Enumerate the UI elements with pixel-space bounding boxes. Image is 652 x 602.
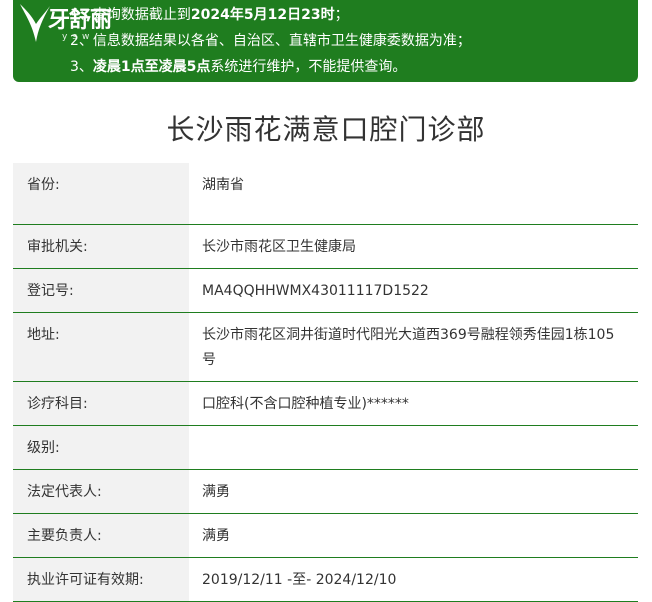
logo-text: 牙舒丽	[48, 7, 112, 33]
notice-line-2: 2、信息数据结果以各省、自治区、直辖市卫生健康委数据为准；	[70, 33, 471, 49]
table-row: 级别:	[13, 425, 638, 470]
table-row: 审批机关: 长沙市雨花区卫生健康局	[13, 224, 638, 269]
row-label: 登记号:	[13, 268, 189, 313]
table-row: 登记号: MA4QQHHWMX43011117D1522	[13, 268, 638, 313]
row-label: 法定代表人:	[13, 469, 189, 514]
clinic-info-table: 省份: 湖南省 审批机关: 长沙市雨花区卫生健康局 登记号: MA4QQHHWM…	[13, 163, 638, 602]
table-row: 主要负责人: 满勇	[13, 513, 638, 558]
row-value: 满勇	[189, 469, 638, 514]
table-row: 诊疗科目: 口腔科(不含口腔种植专业)******	[13, 381, 638, 426]
notice-line-3-time: 凌晨1点至凌晨5点	[92, 59, 211, 75]
page-title: 长沙雨花满意口腔门诊部	[166, 113, 486, 146]
logo-subtext: ysw	[62, 32, 95, 42]
row-label: 主要负责人:	[13, 513, 189, 558]
notice-line-3-suffix: 系统进行维护，不能提供查询。	[210, 59, 407, 75]
row-value	[189, 425, 638, 470]
table-row: 地址: 长沙市雨花区洞井街道时代阳光大道西369号融程领秀佳园1栋105号	[13, 312, 638, 382]
table-row: 省份: 湖南省	[13, 163, 638, 225]
row-label: 执业许可证有效期:	[13, 557, 189, 602]
row-value: 长沙市雨花区洞井街道时代阳光大道西369号融程领秀佳园1栋105号	[189, 312, 638, 382]
notice-line-3-prefix: 3、	[70, 59, 93, 75]
row-label: 省份:	[13, 163, 189, 225]
row-label: 地址:	[13, 312, 189, 382]
row-label: 级别:	[13, 425, 189, 470]
notice-line-1-suffix: ；	[334, 7, 349, 23]
row-value: 满勇	[189, 513, 638, 558]
row-label: 诊疗科目:	[13, 381, 189, 426]
row-value: 2019/12/11 -至- 2024/12/10	[189, 557, 638, 602]
row-label: 审批机关:	[13, 224, 189, 269]
notice-line-3: 3、凌晨1点至凌晨5点系统进行维护，不能提供查询。	[70, 54, 638, 80]
notice-line-1: 1、查询数据截止到2024年5月12日23时；	[70, 2, 638, 28]
table-row: 执业许可证有效期: 2019/12/11 -至- 2024/12/10	[13, 557, 638, 602]
row-value: 长沙市雨花区卫生健康局	[189, 224, 638, 269]
notice-line-1-date: 2024年5月12日23时	[190, 7, 335, 23]
row-value: MA4QQHHWMX43011117D1522	[189, 268, 638, 313]
table-row: 法定代表人: 满勇	[13, 469, 638, 514]
row-value: 湖南省	[189, 163, 638, 225]
row-value: 口腔科(不含口腔种植专业)******	[189, 381, 638, 426]
site-logo[interactable]: 牙舒丽 ysw	[14, 0, 134, 50]
